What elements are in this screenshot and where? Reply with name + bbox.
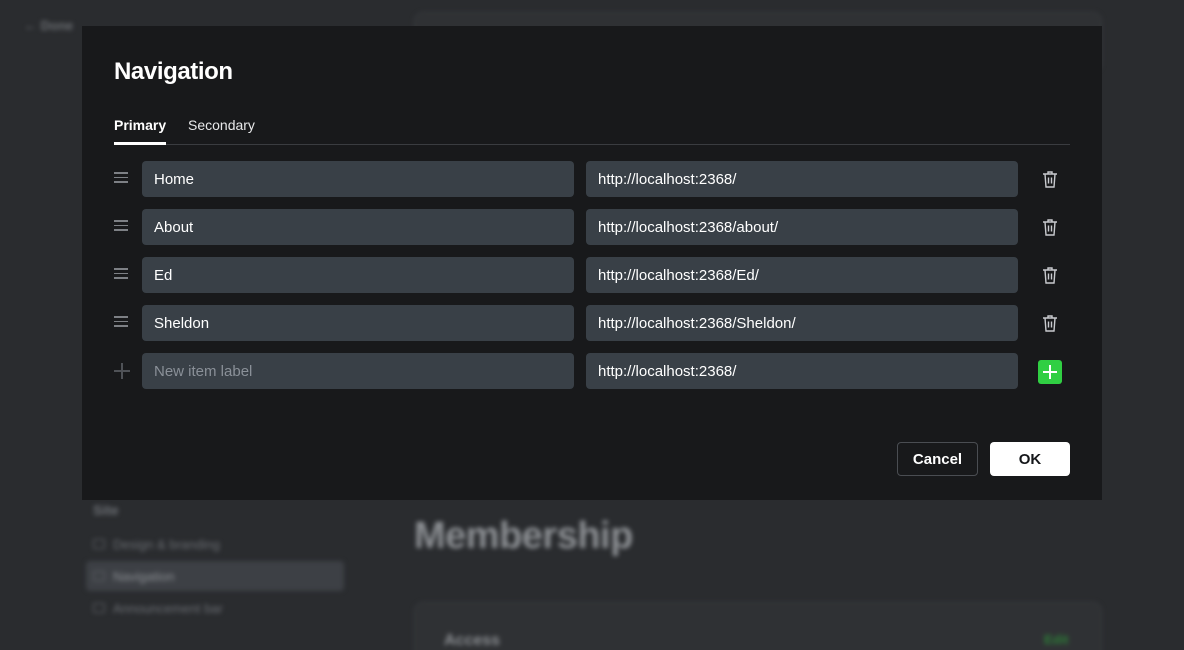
drag-handle-icon[interactable] (114, 268, 128, 279)
sidebar-section-title: Site (93, 502, 119, 518)
drag-handle-icon[interactable] (114, 172, 128, 183)
trash-icon[interactable] (1042, 314, 1058, 332)
sidebar-item-label: Design & branding (113, 536, 220, 552)
card-edit-link[interactable]: Edit (1044, 632, 1069, 647)
nav-item-row (114, 209, 1074, 245)
plus-icon (114, 363, 130, 379)
page-heading: Membership (414, 515, 633, 557)
ok-button[interactable]: OK (990, 442, 1070, 476)
cancel-button[interactable]: Cancel (897, 442, 978, 476)
done-link[interactable]: ← Done (24, 18, 73, 33)
brush-icon (93, 539, 105, 549)
access-card (414, 602, 1102, 650)
sidebar-item-label: Navigation (113, 568, 175, 584)
trash-icon[interactable] (1042, 170, 1058, 188)
item-url-input[interactable] (586, 257, 1018, 293)
modal-title: Navigation (114, 58, 233, 85)
item-label-input[interactable] (142, 257, 574, 293)
nav-item-row (114, 305, 1074, 341)
new-item-label-input[interactable] (142, 353, 574, 389)
navigation-modal: Navigation Primary Secondary Home http:/… (82, 26, 1102, 500)
new-item-row (114, 353, 1074, 389)
sidebar-item-label: Announcement bar (113, 600, 223, 616)
item-url-input[interactable] (586, 209, 1018, 245)
item-label-input[interactable] (142, 161, 574, 197)
item-url-input[interactable] (586, 305, 1018, 341)
megaphone-icon (93, 603, 105, 613)
tab-bar: Primary Secondary (114, 117, 1070, 145)
card-title: Access (444, 632, 501, 649)
sidebar-item-design-branding[interactable]: Design & branding (93, 529, 343, 559)
add-item-button[interactable] (1038, 360, 1062, 384)
drag-handle-icon[interactable] (114, 316, 128, 327)
item-label-input[interactable] (142, 209, 574, 245)
sidebar-item-announcement-bar[interactable]: Announcement bar (93, 593, 343, 623)
item-label-input[interactable] (142, 305, 574, 341)
item-url-input[interactable] (586, 161, 1018, 197)
trash-icon[interactable] (1042, 266, 1058, 284)
sidebar-item-navigation[interactable]: Navigation (86, 561, 344, 591)
trash-icon[interactable] (1042, 218, 1058, 236)
tab-secondary[interactable]: Secondary (188, 117, 255, 145)
drag-handle-icon[interactable] (114, 220, 128, 231)
new-item-url-input[interactable] (586, 353, 1018, 389)
nav-item-row (114, 257, 1074, 293)
nav-item-row (114, 161, 1074, 197)
tab-primary[interactable]: Primary (114, 117, 167, 145)
navigation-icon (93, 571, 105, 581)
